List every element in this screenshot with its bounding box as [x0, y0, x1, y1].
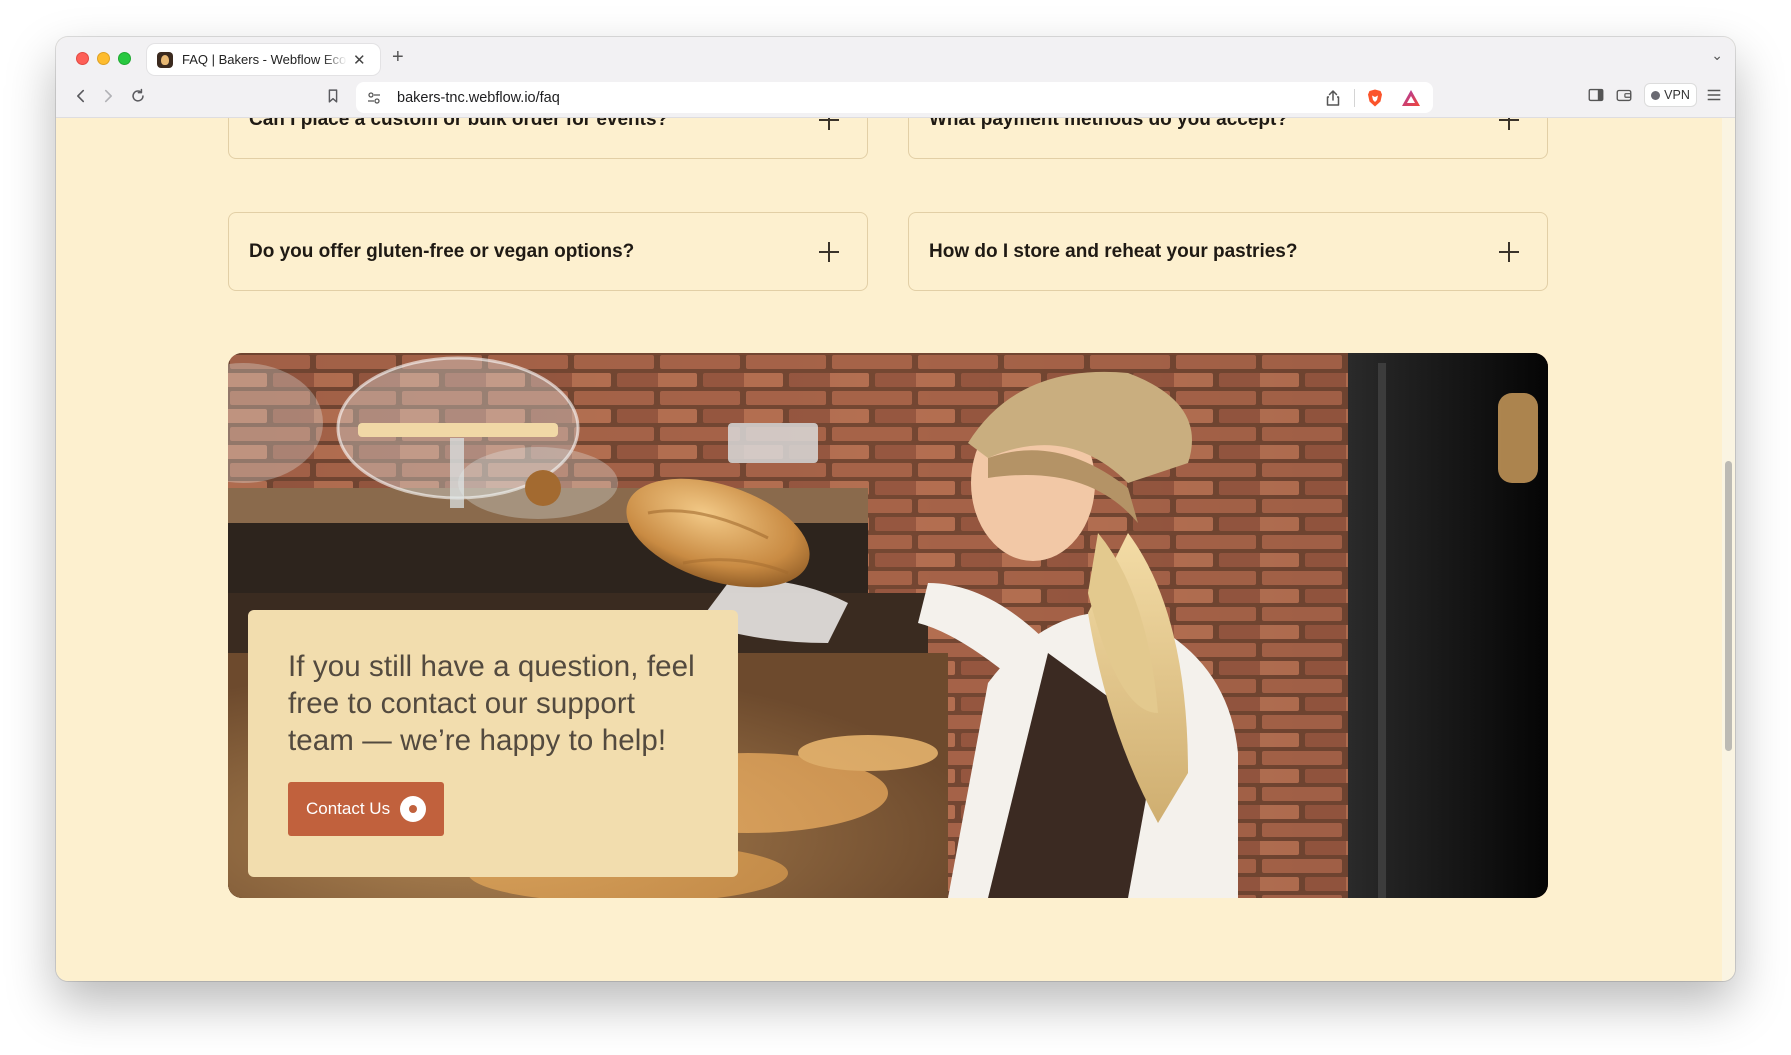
- faq-item-payment-methods[interactable]: What payment methods do you accept?: [908, 118, 1548, 159]
- forward-button[interactable]: [97, 85, 119, 107]
- browser-tab[interactable]: FAQ | Bakers - Webflow Ecommerce ✕: [147, 44, 380, 75]
- expand-plus-icon[interactable]: [819, 241, 839, 262]
- circle-dot-icon: [400, 796, 426, 822]
- brave-rewards-icon[interactable]: [1401, 89, 1421, 107]
- bakers-favicon-icon: [157, 51, 173, 68]
- cta-text: If you still have a question, feel free …: [288, 650, 695, 757]
- expand-plus-icon[interactable]: [1499, 118, 1519, 130]
- faq-question: Can I place a custom or bulk order for e…: [249, 118, 669, 130]
- forward-arrow-icon: [104, 89, 112, 103]
- reload-icon: [132, 88, 144, 102]
- faq-item-custom-order[interactable]: Can I place a custom or bulk order for e…: [228, 118, 868, 159]
- faq-question: Do you offer gluten-free or vegan option…: [249, 240, 635, 262]
- browser-chrome: FAQ | Bakers - Webflow Ecommerce ✕ + ⌄ b…: [56, 37, 1735, 118]
- address-bar[interactable]: bakers-tnc.webflow.io/faq: [356, 82, 1433, 113]
- site-settings-icon[interactable]: [366, 90, 382, 106]
- expand-plus-icon[interactable]: [1499, 241, 1519, 262]
- new-tab-button[interactable]: +: [392, 46, 404, 69]
- vpn-button[interactable]: VPN: [1644, 83, 1697, 107]
- sidebar-toggle-button[interactable]: [1586, 85, 1606, 105]
- page-scrollbar[interactable]: [1722, 118, 1735, 981]
- hamburger-menu-icon: [1707, 89, 1721, 101]
- brave-shields-icon[interactable]: [1365, 88, 1385, 108]
- menu-button[interactable]: [1704, 85, 1724, 105]
- bookmark-icon: [328, 89, 338, 103]
- faq-item-gluten-free[interactable]: Do you offer gluten-free or vegan option…: [228, 212, 868, 291]
- scrollbar-thumb[interactable]: [1725, 461, 1732, 751]
- contact-us-button[interactable]: Contact Us: [288, 782, 444, 836]
- wallet-icon: [1616, 89, 1632, 102]
- back-arrow-icon: [77, 89, 85, 103]
- url-text[interactable]: bakers-tnc.webflow.io/faq: [397, 90, 1324, 106]
- close-window-button[interactable]: [76, 52, 89, 65]
- close-tab-icon[interactable]: ✕: [353, 51, 366, 69]
- expand-plus-icon[interactable]: [819, 118, 839, 130]
- sidebar-icon: [1588, 88, 1604, 102]
- vpn-label: VPN: [1664, 88, 1690, 102]
- maximize-window-button[interactable]: [118, 52, 131, 65]
- browser-window: FAQ | Bakers - Webflow Ecommerce ✕ + ⌄ b…: [56, 37, 1735, 981]
- tab-title: FAQ | Bakers - Webflow Ecommerce: [182, 52, 347, 67]
- contact-cta-card: If you still have a question, feel free …: [248, 610, 738, 877]
- vpn-status-icon: [1651, 90, 1661, 100]
- faq-question: What payment methods do you accept?: [929, 118, 1288, 130]
- contact-us-label: Contact Us: [306, 799, 391, 818]
- faq-item-store-reheat[interactable]: How do I store and reheat your pastries?: [908, 212, 1548, 291]
- wallet-button[interactable]: [1614, 85, 1634, 105]
- minimize-window-button[interactable]: [97, 52, 110, 65]
- address-divider: [1354, 88, 1355, 107]
- share-icon[interactable]: [1324, 89, 1342, 107]
- back-button[interactable]: [70, 85, 92, 107]
- tab-list-chevron-icon[interactable]: ⌄: [1711, 47, 1723, 64]
- reload-button[interactable]: [127, 85, 149, 107]
- page-content: Can I place a custom or bulk order for e…: [56, 118, 1722, 981]
- faq-question: How do I store and reheat your pastries?: [929, 240, 1298, 262]
- bookmark-button[interactable]: [322, 85, 344, 107]
